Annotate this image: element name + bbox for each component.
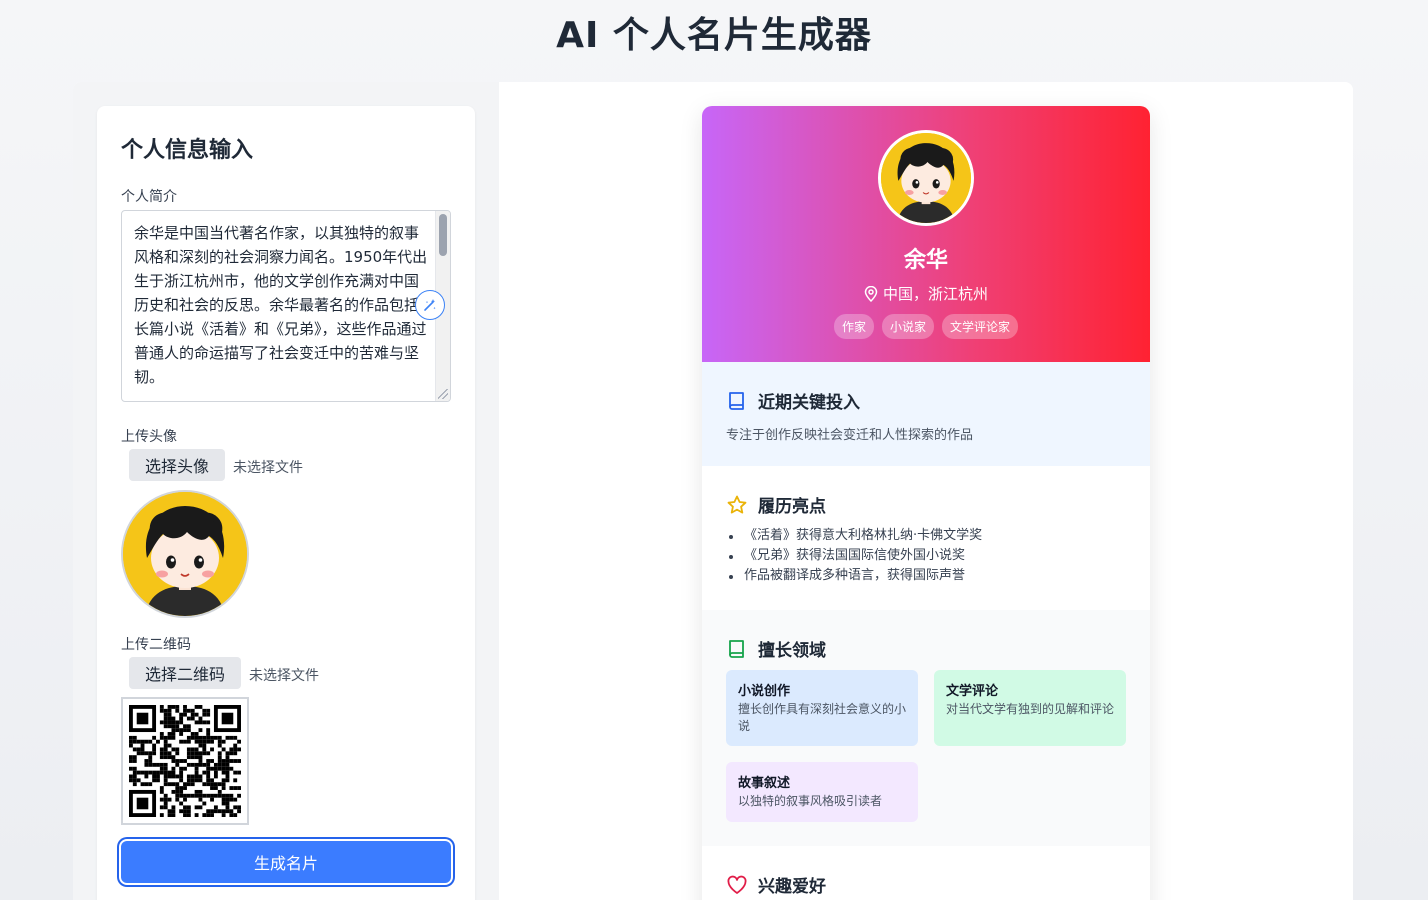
card-avatar-illustration xyxy=(881,133,971,223)
highlight-item: 作品被翻译成多种语言，获得国际声誉 xyxy=(726,566,982,586)
skills-title: 擅长领域 xyxy=(758,641,826,661)
card-avatar xyxy=(878,130,974,226)
skill-desc: 擅长创作具有深刻社会意义的小说 xyxy=(738,702,907,733)
hobbies-section: 兴趣爱好 xyxy=(702,846,1150,900)
avatar-illustration xyxy=(123,492,247,616)
book-green-icon xyxy=(729,639,744,658)
qr-code-preview xyxy=(121,697,249,825)
card-name: 余华 xyxy=(903,248,948,273)
app-title: AI 个人名片生成器 xyxy=(556,15,872,56)
card-header: 余华 中国，浙江杭州 作家 小说家 文学评论家 xyxy=(702,106,1150,362)
tag: 小说家 xyxy=(881,314,934,339)
qr-code-image xyxy=(129,705,241,817)
bio-text[interactable]: 余华是中国当代著名作家，以其独特的叙事风格和深刻的社会洞察力闻名。1950年代出… xyxy=(134,221,430,389)
choose-qr-button[interactable]: 选择二维码 xyxy=(129,657,242,689)
skills-section: 擅长领域 小说创作 擅长创作具有深刻社会意义的小说 文学评论 对当代文学有独到的… xyxy=(702,610,1150,846)
skill-name: 文学评论 xyxy=(946,684,999,699)
avatar-file-status: 未选择文件 xyxy=(233,460,303,476)
main-panel: 个人信息输入 个人简介 余华是中国当代著名作家，以其独特的叙事风格和深刻的社会洞… xyxy=(73,82,1353,900)
location-pin-icon xyxy=(864,285,878,302)
skill-desc: 以独特的叙事风格吸引读者 xyxy=(738,794,883,808)
bio-label: 个人简介 xyxy=(121,189,177,205)
skill-card: 故事叙述 以独特的叙事风格吸引读者 xyxy=(726,762,918,822)
bio-textarea[interactable]: 余华是中国当代著名作家，以其独特的叙事风格和深刻的社会洞察力闻名。1950年代出… xyxy=(121,210,451,402)
skill-card: 小说创作 擅长创作具有深刻社会意义的小说 xyxy=(726,670,918,746)
book-icon xyxy=(729,391,744,410)
tag: 作家 xyxy=(833,314,874,339)
tag: 文学评论家 xyxy=(942,314,1019,339)
hobbies-heading: 兴趣爱好 xyxy=(726,872,826,897)
skill-desc: 对当代文学有独到的见解和评论 xyxy=(946,702,1115,716)
highlight-item: 《活着》获得意大利格林扎纳·卡佛文学奖 xyxy=(726,526,982,546)
card-tags: 作家 小说家 文学评论家 xyxy=(702,314,1150,339)
qr-file-status: 未选择文件 xyxy=(249,668,319,684)
skill-name: 故事叙述 xyxy=(738,776,791,791)
star-icon xyxy=(727,495,747,513)
skills-heading: 擅长领域 xyxy=(726,636,826,661)
input-column: 个人信息输入 个人简介 余华是中国当代著名作家，以其独特的叙事风格和深刻的社会洞… xyxy=(73,82,499,900)
highlights-title: 履历亮点 xyxy=(758,497,826,517)
bio-scrollbar-thumb[interactable] xyxy=(439,214,447,256)
focus-section: 近期关键投入 专注于创作反映社会变迁和人性探索的作品 xyxy=(702,362,1150,466)
form-title: 个人信息输入 xyxy=(121,138,254,163)
business-card: 余华 中国，浙江杭州 作家 小说家 文学评论家 近期关键投入 专注于创作反映社会… xyxy=(702,106,1150,900)
input-form: 个人信息输入 个人简介 余华是中国当代著名作家，以其独特的叙事风格和深刻的社会洞… xyxy=(97,106,475,900)
focus-title: 近期关键投入 xyxy=(758,393,860,413)
generate-card-button[interactable]: 生成名片 xyxy=(121,841,451,883)
highlights-list: 《活着》获得意大利格林扎纳·卡佛文学奖 《兄弟》获得法国国际信使外国小说奖 作品… xyxy=(726,526,982,586)
skill-card: 文学评论 对当代文学有独到的见解和评论 xyxy=(934,670,1126,746)
card-location: 中国，浙江杭州 xyxy=(702,283,1150,304)
avatar-label: 上传头像 xyxy=(121,429,177,445)
heart-icon xyxy=(727,875,747,894)
resize-grip[interactable] xyxy=(438,389,448,399)
highlights-heading: 履历亮点 xyxy=(726,492,826,517)
location-text: 中国，浙江杭州 xyxy=(882,285,988,303)
magic-wand-icon xyxy=(424,299,436,311)
qr-label: 上传二维码 xyxy=(121,637,191,653)
hobbies-title: 兴趣爱好 xyxy=(758,877,826,897)
focus-text: 专注于创作反映社会变迁和人性探索的作品 xyxy=(726,428,974,443)
skill-name: 小说创作 xyxy=(738,684,791,699)
focus-heading: 近期关键投入 xyxy=(726,388,860,413)
choose-avatar-button[interactable]: 选择头像 xyxy=(129,449,226,481)
ai-polish-button[interactable] xyxy=(415,290,445,320)
avatar-preview xyxy=(121,490,249,618)
highlight-item: 《兄弟》获得法国国际信使外国小说奖 xyxy=(726,546,982,566)
